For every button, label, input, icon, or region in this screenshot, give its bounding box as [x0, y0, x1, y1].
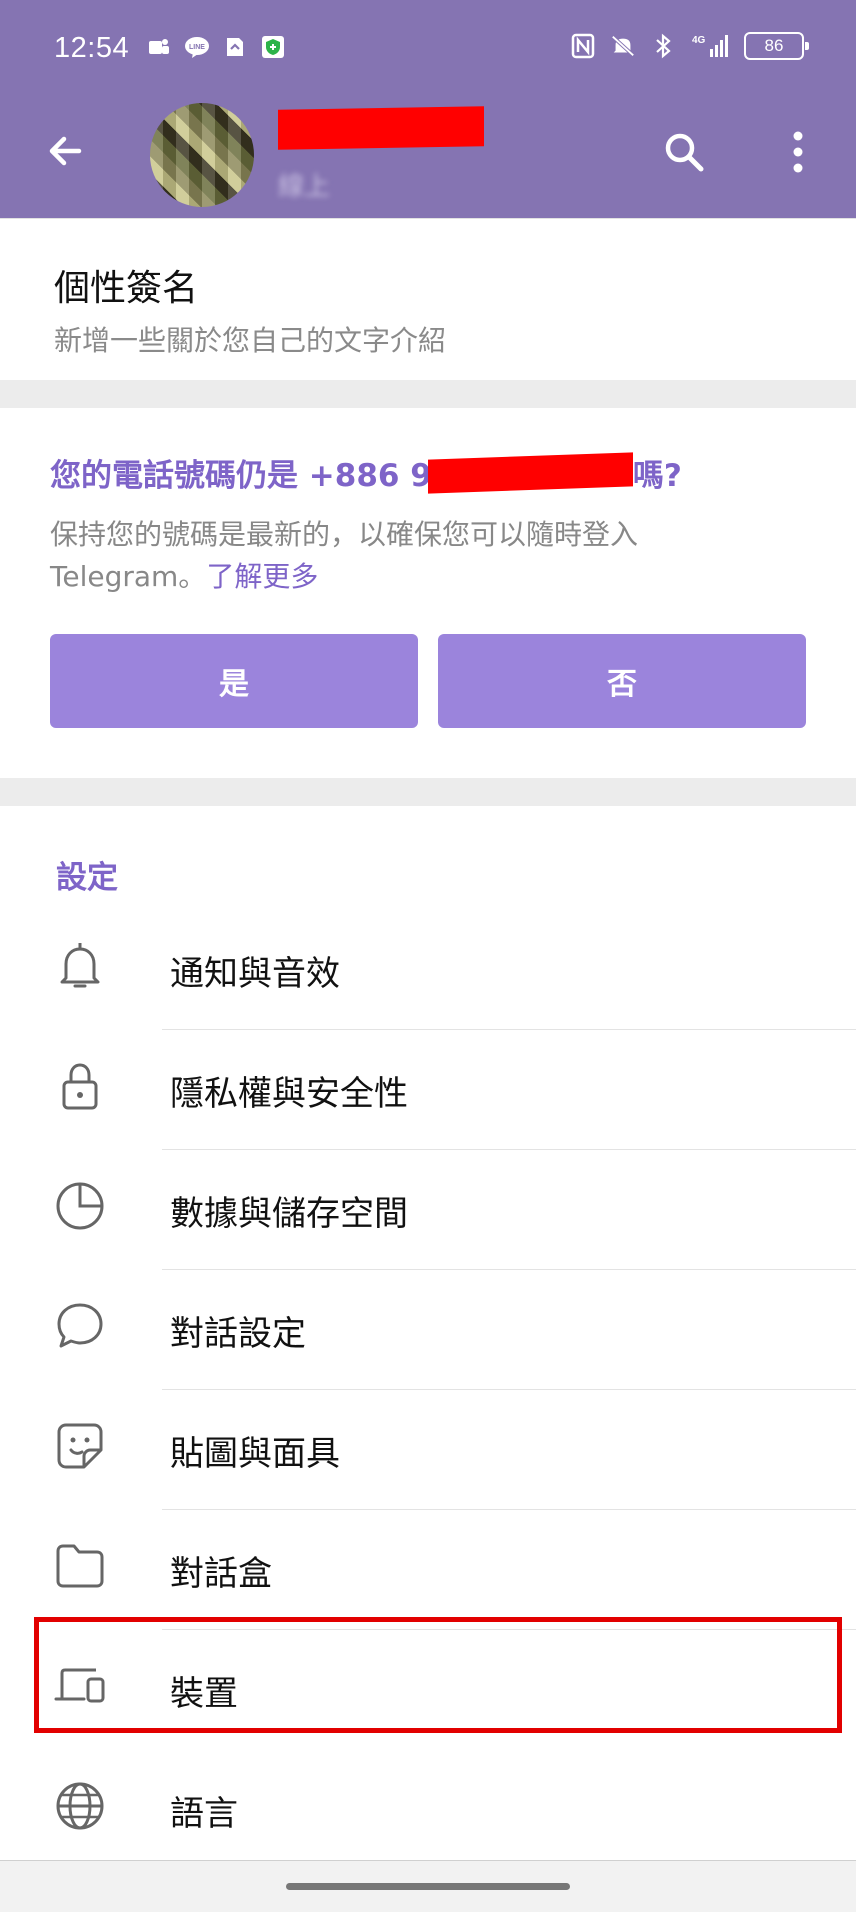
bio-title: 個性簽名	[54, 268, 199, 309]
settings-item-label: 貼圖與面具	[170, 1434, 340, 1474]
settings-item-language[interactable]: 語言	[0, 1750, 856, 1870]
chat-bubble-icon	[52, 1298, 108, 1354]
settings-item-label: 通知與音效	[170, 954, 340, 994]
settings-item-label: 數據與儲存空間	[170, 1194, 408, 1234]
redacted-phone-number	[427, 451, 633, 494]
phone-description-text: 保持您的號碼是最新的，以確保您可以隨時登入 Telegram。	[50, 518, 639, 593]
settings-item-privacy[interactable]: 隱私權與安全性	[0, 1030, 856, 1150]
learn-more-link[interactable]: 了解更多	[206, 560, 318, 593]
back-arrow-icon[interactable]	[40, 126, 90, 176]
folder-icon	[52, 1538, 108, 1594]
notification-icons: LINE	[146, 34, 286, 60]
settings-item-label: 對話設定	[170, 1314, 306, 1354]
settings-item-chat-settings[interactable]: 對話設定	[0, 1270, 856, 1390]
phone-number-prompt: 您的電話號碼仍是 +886 9 嗎? 保持您的號碼是最新的，以確保您可以隨時登入…	[0, 408, 856, 778]
settings-item-chat-folders[interactable]: 對話盒	[0, 1510, 856, 1630]
mute-icon	[610, 33, 636, 59]
settings-item-label: 對話盒	[170, 1554, 272, 1594]
nfc-icon	[570, 33, 596, 59]
app-bar: 線上	[0, 100, 856, 218]
phone-question-suffix: 嗎?	[632, 458, 682, 494]
bluetooth-icon	[650, 33, 676, 59]
svg-text:4G: 4G	[692, 35, 706, 46]
navigation-bar	[0, 1861, 856, 1912]
bio-subtitle: 新增一些關於您自己的文字介紹	[54, 324, 447, 357]
status-bar: 12:54 LINE 4G 86	[0, 0, 856, 100]
settings-item-label: 隱私權與安全性	[170, 1074, 408, 1114]
shield-icon	[260, 34, 286, 60]
bell-icon	[52, 938, 108, 994]
line-icon: LINE	[184, 34, 210, 60]
redacted-name	[278, 106, 484, 150]
status-time: 12:54	[54, 32, 130, 64]
no-button[interactable]: 否	[438, 634, 806, 728]
battery-indicator: 86	[744, 32, 809, 60]
yes-button[interactable]: 是	[50, 634, 418, 728]
teams-icon	[146, 34, 172, 60]
more-options-icon[interactable]	[778, 126, 818, 178]
avatar[interactable]	[150, 103, 254, 207]
top-bar: 12:54 LINE 4G 86 線上	[0, 0, 856, 218]
settings-item-label: 語言	[170, 1794, 238, 1834]
notification-icon	[222, 34, 248, 60]
search-icon[interactable]	[658, 126, 710, 178]
online-status: 線上	[278, 172, 331, 202]
sticker-icon	[52, 1418, 108, 1474]
settings-item-stickers[interactable]: 貼圖與面具	[0, 1390, 856, 1510]
phone-description: 保持您的號碼是最新的，以確保您可以隨時登入 Telegram。了解更多	[50, 514, 770, 598]
phone-question-prefix: 您的電話號碼仍是 +886 9	[50, 458, 432, 494]
settings-item-data-storage[interactable]: 數據與儲存空間	[0, 1150, 856, 1270]
settings-section-title: 設定	[56, 860, 118, 896]
highlight-box	[34, 1617, 842, 1733]
lock-icon	[52, 1058, 108, 1114]
globe-icon	[52, 1778, 108, 1834]
phone-question: 您的電話號碼仍是 +886 9 嗎?	[50, 450, 682, 495]
bio-row[interactable]: 個性簽名 新增一些關於您自己的文字介紹	[0, 218, 856, 380]
settings-item-notifications[interactable]: 通知與音效	[0, 910, 856, 1030]
system-icons: 4G 86	[570, 32, 809, 60]
signal-icon: 4G	[690, 33, 730, 59]
pie-chart-icon	[52, 1178, 108, 1234]
svg-text:LINE: LINE	[189, 44, 205, 51]
home-gesture-handle[interactable]	[286, 1883, 570, 1890]
